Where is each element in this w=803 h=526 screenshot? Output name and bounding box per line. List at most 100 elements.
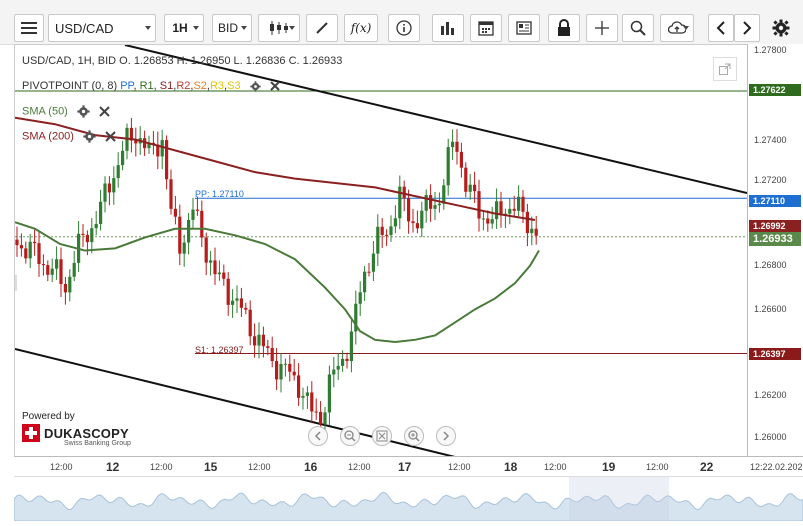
candle-body bbox=[451, 141, 455, 148]
menu-button[interactable] bbox=[14, 14, 44, 42]
chevron-left-icon bbox=[716, 21, 725, 35]
candle-body bbox=[160, 140, 164, 157]
sma200-legend: SMA (200) bbox=[22, 130, 116, 143]
pivot-r2-label: R2 bbox=[176, 80, 191, 92]
x-tick: 12:00 bbox=[348, 462, 371, 472]
candle-body bbox=[415, 223, 419, 229]
candle-body bbox=[530, 228, 534, 234]
navigator-chart bbox=[13, 477, 803, 522]
candle-body bbox=[327, 374, 331, 413]
candle-body bbox=[319, 411, 323, 425]
candle-body bbox=[209, 260, 213, 263]
candle-body bbox=[376, 226, 380, 254]
chart-area[interactable] bbox=[13, 44, 748, 458]
candle-body bbox=[517, 196, 521, 211]
info-icon bbox=[396, 20, 412, 36]
gear-icon[interactable] bbox=[83, 130, 96, 143]
symbol-select[interactable]: USD/CAD bbox=[48, 14, 156, 42]
magnifier-icon bbox=[630, 20, 646, 36]
zoom-in-button[interactable] bbox=[404, 426, 424, 446]
pp-level-label: PP: 1.27110 bbox=[195, 189, 244, 199]
pivot-s3-label: S3 bbox=[227, 80, 241, 92]
volume-button[interactable] bbox=[432, 14, 464, 42]
x-tick: 18 bbox=[504, 460, 518, 474]
pivot-legend: PIVOTPOINT (0, 8) PP, R1, S1,R2,S2,R3,S3 bbox=[22, 80, 280, 92]
s1-price-label: 1.26397 bbox=[749, 348, 801, 360]
candle-body bbox=[19, 245, 23, 249]
candle-body bbox=[305, 392, 309, 396]
gear-icon[interactable] bbox=[77, 105, 90, 118]
chevron-down-icon bbox=[145, 26, 151, 30]
candle-body bbox=[90, 228, 94, 243]
news-button[interactable] bbox=[508, 14, 540, 42]
candle-body bbox=[257, 334, 261, 346]
candle-body bbox=[367, 271, 371, 273]
close-icon[interactable] bbox=[269, 81, 280, 91]
candle-body bbox=[213, 260, 217, 275]
zoom-button[interactable] bbox=[622, 14, 654, 42]
candle-body bbox=[46, 265, 50, 275]
candle-body bbox=[336, 365, 340, 370]
candle-body bbox=[455, 141, 459, 152]
pivot-s1-label: S1 bbox=[159, 80, 174, 92]
candle-body bbox=[261, 334, 265, 347]
candle-body bbox=[178, 216, 182, 254]
calendar-button[interactable] bbox=[470, 14, 502, 42]
close-icon[interactable] bbox=[105, 131, 116, 142]
chevron-down-icon bbox=[289, 26, 295, 30]
x-tick: 17 bbox=[398, 460, 412, 474]
symbol-select-value: USD/CAD bbox=[55, 20, 114, 36]
candle-body bbox=[239, 298, 243, 308]
draw-tool-button[interactable] bbox=[306, 14, 338, 42]
navigator-window[interactable] bbox=[569, 477, 669, 521]
candle-body bbox=[165, 140, 169, 180]
scroll-forward-button[interactable] bbox=[436, 426, 456, 446]
navigator-area bbox=[13, 491, 803, 522]
candle-body bbox=[37, 243, 41, 265]
candle-body bbox=[358, 292, 362, 304]
chart-type-button[interactable] bbox=[258, 14, 300, 42]
x-tick: 15 bbox=[204, 460, 218, 474]
candle-body bbox=[297, 375, 301, 398]
y-tick: 1.26000 bbox=[754, 432, 787, 442]
pivot-s2-label: S2 bbox=[193, 80, 207, 92]
candle-body bbox=[314, 411, 318, 413]
fullscreen-button[interactable] bbox=[713, 57, 737, 81]
chevron-down-icon bbox=[241, 26, 247, 30]
x-tick: 12:00 bbox=[544, 462, 567, 472]
candle-body bbox=[94, 223, 98, 229]
zoom-out-button[interactable] bbox=[340, 426, 360, 446]
scroll-left-button[interactable] bbox=[708, 14, 734, 42]
upper-trendline bbox=[124, 44, 748, 194]
candle-body bbox=[407, 198, 411, 222]
indicators-button[interactable]: f(x) bbox=[344, 14, 378, 42]
chevron-left-icon bbox=[314, 431, 321, 441]
lock-button[interactable] bbox=[548, 14, 580, 42]
scroll-back-button[interactable] bbox=[308, 426, 328, 446]
scroll-right-button[interactable] bbox=[734, 14, 760, 42]
info-button[interactable] bbox=[388, 14, 420, 42]
candle-body bbox=[459, 151, 463, 168]
candle-body bbox=[279, 364, 283, 380]
s1-level-label: S1: 1.26397 bbox=[195, 345, 244, 355]
candle-body bbox=[468, 184, 472, 192]
close-icon[interactable] bbox=[99, 106, 110, 117]
cloud-upload-button[interactable] bbox=[660, 14, 694, 42]
pivot-r3-label: R3 bbox=[209, 80, 225, 92]
candle-body bbox=[231, 300, 235, 305]
chevron-right-icon bbox=[743, 21, 752, 35]
pivot-name: PIVOTPOINT (0, 8) bbox=[22, 80, 118, 92]
navigator[interactable] bbox=[13, 476, 803, 522]
crosshair-button[interactable] bbox=[586, 14, 618, 42]
side-select[interactable]: BID bbox=[212, 14, 252, 42]
candle-body bbox=[270, 348, 274, 362]
price-chart[interactable] bbox=[13, 44, 748, 458]
price-axis[interactable]: 1.27800 1.27400 1.27200 1.26800 1.26600 … bbox=[747, 44, 803, 456]
time-axis[interactable]: 12:00 12 12:00 15 12:00 16 12:00 17 12:00 18 12:00… bbox=[14, 456, 803, 477]
gear-icon[interactable] bbox=[249, 80, 261, 92]
timeframe-select[interactable]: 1H bbox=[164, 14, 204, 42]
settings-button[interactable] bbox=[766, 14, 796, 42]
fit-chart-button[interactable] bbox=[372, 426, 392, 446]
last-price-label: 1.26933 bbox=[749, 232, 801, 246]
candle-body bbox=[217, 272, 221, 275]
